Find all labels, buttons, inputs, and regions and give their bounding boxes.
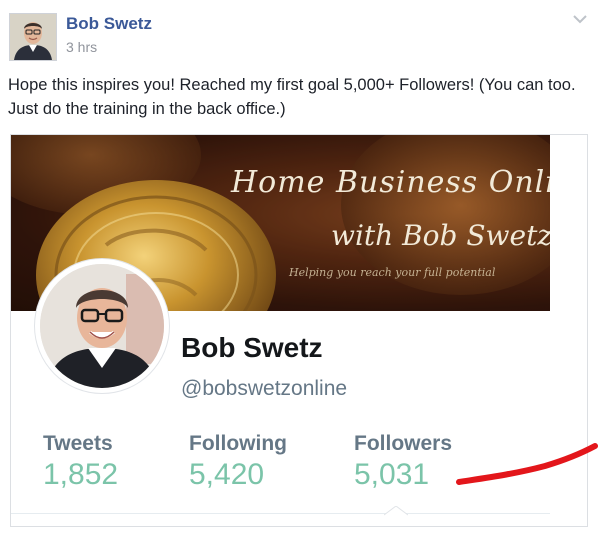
stat-followers[interactable]: Followers 5,031 (354, 431, 452, 493)
profile-avatar-image (40, 264, 164, 388)
author-avatar[interactable] (9, 13, 57, 61)
stat-following-label: Following (189, 432, 287, 455)
profile-name[interactable]: Bob Swetz (181, 332, 323, 364)
stat-followers-value: 5,031 (354, 458, 430, 491)
chevron-down-icon[interactable] (572, 12, 588, 24)
profile-handle[interactable]: @bobswetzonline (181, 377, 347, 401)
post-timestamp[interactable]: 3 hrs (66, 39, 97, 55)
banner-subtitle: with Bob Swetz (331, 219, 550, 252)
caret-up-icon (384, 506, 408, 516)
author-name[interactable]: Bob Swetz (66, 14, 152, 34)
stat-following-value: 5,420 (189, 458, 265, 491)
stat-tweets-label: Tweets (43, 432, 113, 455)
stat-following[interactable]: Following 5,420 (189, 431, 287, 493)
author-avatar-image (10, 14, 56, 60)
stat-tweets[interactable]: Tweets 1,852 (43, 431, 118, 493)
card-divider (11, 513, 550, 514)
stat-followers-label: Followers (354, 432, 453, 455)
red-underline-annotation (456, 443, 598, 485)
stat-tweets-value: 1,852 (43, 458, 119, 491)
banner-title: Home Business Online (231, 165, 550, 200)
banner-tagline: Helping you reach your full potential (289, 266, 496, 279)
profile-avatar[interactable] (35, 259, 169, 393)
post-text: Hope this inspires you! Reached my first… (8, 76, 576, 118)
